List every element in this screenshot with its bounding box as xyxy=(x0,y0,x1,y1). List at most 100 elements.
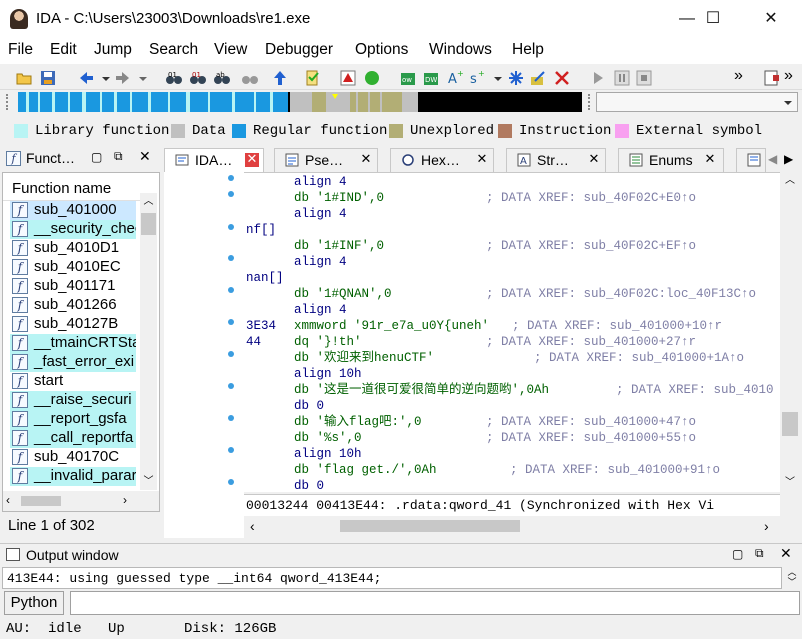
disasm-line[interactable]: db 'flag get./',0Ah ; DATA XREF: sub_4010… xyxy=(244,462,780,478)
function-name-column-header[interactable]: Function name xyxy=(12,180,111,197)
tab-close-icon[interactable]: ✕ xyxy=(703,152,717,167)
disasm-line[interactable]: 3E34 xmmword '91r_e7a_u0Y{uneh' ; DATA XRE… xyxy=(244,318,780,334)
disasm-line[interactable]: db '欢迎来到henuCTF' ; DATA XREF: sub_401000+… xyxy=(244,350,780,366)
scroll-up-icon[interactable]: ︿ xyxy=(780,172,800,190)
menu-windows[interactable]: Windows xyxy=(429,41,492,59)
struct-icon[interactable] xyxy=(506,68,524,86)
make-string-icon[interactable]: s + xyxy=(467,68,485,87)
tab-close-icon[interactable]: ✕ xyxy=(245,152,259,167)
scroll-up-icon[interactable]: ︿ xyxy=(784,567,800,577)
pause-icon[interactable] xyxy=(612,68,630,86)
disasm-line[interactable]: align 10h xyxy=(244,366,780,382)
search-text-icon[interactable]: ab xyxy=(212,68,230,86)
menu-jump[interactable]: Jump xyxy=(94,41,132,59)
function-list-item[interactable]: f sub_401266 xyxy=(10,296,136,315)
tab-enums[interactable]: Enums ✕ xyxy=(618,148,724,172)
forward-arrow-icon[interactable] xyxy=(113,68,131,86)
scroll-down-icon[interactable]: ﹀ xyxy=(780,474,800,492)
scroll-left-icon[interactable]: ‹ xyxy=(6,493,10,507)
scroll-down-icon[interactable]: ﹀ xyxy=(784,577,800,587)
panel-close-icon[interactable]: ✕ xyxy=(139,148,151,165)
function-list-item[interactable]: f __raise_securi xyxy=(10,391,136,410)
function-list-item[interactable]: f start xyxy=(10,372,136,391)
tab-strings[interactable]: A Str… ✕ xyxy=(506,148,606,172)
create-function-icon[interactable]: ow xyxy=(398,68,416,86)
tab-close-icon[interactable]: ✕ xyxy=(359,152,373,167)
play-icon[interactable] xyxy=(588,68,606,86)
hscroll-thumb[interactable] xyxy=(21,496,61,506)
back-dropdown-icon[interactable] xyxy=(96,68,110,86)
scroll-up-icon[interactable]: ︿ xyxy=(140,193,157,210)
scroll-left-icon[interactable]: ‹ xyxy=(250,518,255,534)
toolbar-overflow-button[interactable]: » xyxy=(734,67,743,85)
disasm-line[interactable]: db 0 xyxy=(244,398,780,414)
edit-function-icon[interactable]: DW xyxy=(421,68,439,86)
disasm-line[interactable]: nan[] xyxy=(244,270,780,286)
tab-scroll-right-icon[interactable]: ▶ xyxy=(784,152,793,166)
tab-close-icon[interactable]: ✕ xyxy=(475,152,489,167)
function-list-item[interactable]: f __call_reportfa xyxy=(10,429,136,448)
function-list-item[interactable]: f sub_401000 xyxy=(10,201,136,220)
tab-hex-view[interactable]: Hex… ✕ xyxy=(390,148,494,172)
stop-icon[interactable] xyxy=(634,68,652,86)
disasm-line[interactable]: align 4 xyxy=(244,206,780,222)
disasm-line[interactable]: align 4 xyxy=(244,254,780,270)
panel-restore-icon[interactable]: ▢ xyxy=(732,547,743,561)
navigation-band[interactable] xyxy=(18,92,582,112)
warning-icon[interactable] xyxy=(338,68,356,86)
function-list-item[interactable]: f sub_4010EC xyxy=(10,258,136,277)
panel-close-icon[interactable]: ✕ xyxy=(780,545,792,562)
disasm-line[interactable]: db '1#IND',0 ; DATA XREF: sub_40F02C+E0↑o xyxy=(244,190,780,206)
disasm-line[interactable]: db '这是一道很可爱很简单的逆向题哟',0Ah ; DATA XREF: sub… xyxy=(244,382,780,398)
function-list-item[interactable]: f sub_40127B xyxy=(10,315,136,334)
disasm-line[interactable]: db '1#INF',0 ; DATA XREF: sub_40F02C+EF↑o xyxy=(244,238,780,254)
string-dropdown-icon[interactable] xyxy=(488,68,502,86)
disasm-line[interactable]: align 4 xyxy=(244,302,780,318)
disasm-line[interactable]: db '输入flag吧:',0 ; DATA XREF: sub_401000+4… xyxy=(244,414,780,430)
disasm-line[interactable]: align 4 xyxy=(244,174,780,190)
toolbar-overflow-button-2[interactable]: » xyxy=(784,67,793,85)
python-language-button[interactable]: Python xyxy=(4,591,64,615)
close-button[interactable]: ✕ xyxy=(748,0,794,38)
disasm-line[interactable]: nf[] xyxy=(244,222,780,238)
tab-close-icon[interactable]: ✕ xyxy=(587,152,601,167)
function-list-item[interactable]: f __tmainCRTSta xyxy=(10,334,136,353)
hscroll-thumb[interactable] xyxy=(340,520,520,532)
menu-edit[interactable]: Edit xyxy=(50,41,77,59)
debugger-window-icon[interactable] xyxy=(762,68,780,86)
jump-up-arrow-icon[interactable] xyxy=(270,68,288,86)
disassembly-view[interactable]: align 4 db '1#IND',0 ; DATA XREF: sub_40F0… xyxy=(244,172,780,492)
panel-float-icon[interactable]: ⧉ xyxy=(114,149,123,164)
menu-options[interactable]: Options xyxy=(355,41,408,59)
undefine-x-icon[interactable] xyxy=(552,68,570,86)
menu-debugger[interactable]: Debugger xyxy=(265,41,333,59)
tab-scroll-left-icon[interactable]: ◀ xyxy=(768,152,777,166)
function-list-item[interactable]: f __invalid_parar xyxy=(10,467,136,486)
scroll-thumb[interactable] xyxy=(141,213,156,235)
scroll-down-icon[interactable]: ﹀ xyxy=(140,473,157,490)
menu-view[interactable]: View xyxy=(214,41,247,59)
scroll-thumb[interactable] xyxy=(782,412,798,436)
function-list-item[interactable]: f __security_chec xyxy=(10,220,136,239)
tab-ida-view[interactable]: IDA… ✕ xyxy=(164,148,264,172)
mark-position-icon[interactable] xyxy=(302,68,320,86)
menu-search[interactable]: Search xyxy=(149,41,198,59)
binoculars-icon[interactable]: 01 xyxy=(164,68,182,86)
function-list-item[interactable]: f sub_40170C xyxy=(10,448,136,467)
panel-float-icon[interactable]: ⧉ xyxy=(755,546,764,561)
disassembly-vscrollbar[interactable]: ︿ ﹀ xyxy=(780,172,800,492)
function-list-item[interactable]: f _fast_error_exi xyxy=(10,353,136,372)
function-list-item[interactable]: f sub_4010D1 xyxy=(10,239,136,258)
command-input[interactable] xyxy=(70,591,800,615)
scroll-right-icon[interactable]: › xyxy=(764,518,769,534)
function-list-item[interactable]: f sub_401171 xyxy=(10,277,136,296)
function-list-item[interactable]: f __report_gsfa xyxy=(10,410,136,429)
search-next-icon[interactable] xyxy=(240,68,258,86)
maximize-button[interactable]: ☐ xyxy=(690,0,736,38)
search-hex-icon[interactable]: 01 xyxy=(188,68,206,86)
save-icon[interactable] xyxy=(38,68,56,86)
output-scrollbar[interactable]: ︿ ﹀ xyxy=(784,567,800,589)
function-list-hscroll[interactable]: ‹ › xyxy=(3,491,159,511)
disassembly-hscrollbar[interactable]: ‹ › xyxy=(244,516,780,536)
menu-file[interactable]: File xyxy=(8,41,33,59)
